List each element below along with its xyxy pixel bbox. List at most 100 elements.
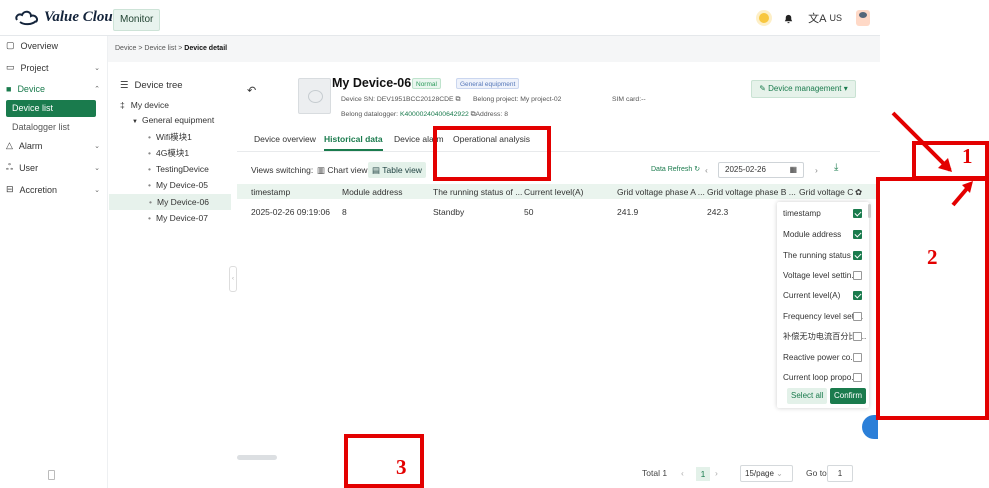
- sidebar-item-label: Overview: [20, 40, 59, 51]
- sidebar-item-accretion[interactable]: ⊟ Accretion ⌄: [6, 184, 102, 195]
- toolbar: Views switching: ▥ Chart view ▤ Table vi…: [237, 162, 880, 180]
- column-option-label: Reactive power co...: [783, 353, 858, 362]
- column-option[interactable]: Frequency level sett...: [783, 306, 865, 327]
- column-option[interactable]: Current loop propo...: [783, 367, 865, 388]
- tree-node[interactable]: 4G模块1: [148, 147, 189, 159]
- avatar[interactable]: [856, 10, 870, 26]
- download-icon[interactable]: ⤓: [834, 162, 838, 173]
- column-option[interactable]: Voltage level settin...: [783, 265, 865, 286]
- table-cell: Standby: [433, 207, 465, 217]
- device-management-button[interactable]: ✎ Device management ▾: [751, 80, 856, 98]
- tree-node[interactable]: Wifi模块1: [148, 131, 192, 143]
- device-icon: ■: [6, 84, 12, 94]
- chart-view-button[interactable]: ▥ Chart view: [317, 165, 368, 176]
- column-option[interactable]: Reactive power co...: [783, 347, 865, 368]
- column-option[interactable]: Current level(A): [783, 285, 865, 306]
- column-option[interactable]: The running status ...: [783, 245, 865, 266]
- user-icon: ஃ: [6, 162, 14, 172]
- tree-group[interactable]: ▼ General equipment: [132, 115, 214, 125]
- breadcrumb-device-list[interactable]: Device list: [144, 45, 176, 52]
- copy-icon[interactable]: ⧉: [455, 96, 460, 103]
- page-current[interactable]: 1: [696, 467, 710, 481]
- next-date-icon[interactable]: ›: [815, 165, 818, 175]
- sidebar-item-label: Alarm: [18, 140, 43, 151]
- project-icon: ▭: [6, 62, 15, 72]
- column-option[interactable]: 补偿无功电流百分比(...: [783, 326, 866, 347]
- tree-node-selected[interactable]: My Device-06: [109, 194, 231, 210]
- checkbox[interactable]: [853, 353, 862, 362]
- annotation-arrows: [891, 111, 973, 207]
- chevron-up-icon: ⌃: [94, 86, 100, 93]
- table-cell: 8: [342, 207, 347, 217]
- prev-page-icon[interactable]: ‹: [681, 468, 684, 478]
- sidebar-sub-device-list[interactable]: Device list: [6, 100, 96, 117]
- select-all-button[interactable]: Select all: [787, 388, 828, 404]
- table-view-button[interactable]: ▤ Table view: [368, 162, 426, 178]
- column-header: Grid voltage phase B ...: [707, 187, 796, 197]
- sidebar-item-alarm[interactable]: △ Alarm ⌄: [6, 140, 102, 151]
- dl-label: Belong datalogger:: [341, 111, 399, 118]
- vertical-scrollbar[interactable]: [868, 204, 871, 218]
- checkbox[interactable]: [853, 251, 862, 260]
- column-settings-panel: timestamp Module address The running sta…: [777, 202, 869, 408]
- tree-node[interactable]: My Device-05: [148, 180, 208, 190]
- type-badge: General equipment: [456, 78, 520, 89]
- tab-historical-data[interactable]: Historical data: [324, 134, 383, 151]
- column-option[interactable]: timestamp: [783, 203, 865, 224]
- back-icon[interactable]: ↶: [247, 84, 256, 97]
- column-header: timestamp: [251, 187, 291, 197]
- checkbox[interactable]: [853, 230, 862, 239]
- column-option[interactable]: Module address: [783, 224, 865, 245]
- device-datalogger: Belong datalogger: K40000240400642922 ⧉A…: [341, 111, 508, 119]
- page-size-select[interactable]: 15/page ⌄: [740, 465, 793, 482]
- prev-date-icon[interactable]: ‹: [705, 165, 708, 175]
- sidebar-item-user[interactable]: ஃ User ⌄: [6, 162, 102, 174]
- chevron-down-icon: ⌄: [94, 142, 100, 150]
- tab-bar: Device overview Historical data Device a…: [237, 128, 880, 152]
- tab-device-overview[interactable]: Device overview: [254, 134, 316, 144]
- translate-icon: 文A: [808, 13, 827, 25]
- goto-input[interactable]: 1: [827, 465, 853, 482]
- project-value: My project-02: [520, 96, 562, 103]
- checkbox[interactable]: [853, 332, 862, 341]
- monitor-tab[interactable]: Monitor: [113, 9, 161, 31]
- theme-sun-icon[interactable]: [759, 13, 770, 23]
- next-page-icon[interactable]: ›: [715, 468, 718, 478]
- sidebar-collapse-icon[interactable]: [48, 470, 55, 480]
- sim-card: SIM card:--: [612, 96, 646, 103]
- sidebar-item-overview[interactable]: ▢ Overview: [6, 40, 102, 51]
- checkbox[interactable]: [853, 291, 862, 300]
- date-picker[interactable]: 2025-02-26 ▦: [718, 162, 804, 178]
- checkbox[interactable]: [853, 209, 862, 218]
- tree-node[interactable]: My Device-07: [148, 213, 208, 223]
- language-switch[interactable]: 文A US: [808, 10, 842, 26]
- horizontal-scrollbar[interactable]: [237, 455, 277, 460]
- dl-value[interactable]: K40000240400642922: [400, 111, 469, 118]
- bell-icon[interactable]: [783, 13, 794, 24]
- checkbox[interactable]: [853, 271, 862, 280]
- cloud-logo-icon: [15, 10, 39, 26]
- alarm-icon: △: [6, 140, 13, 150]
- data-refresh-button[interactable]: Data Refresh ↻: [651, 165, 700, 173]
- device-title: My Device-06: [332, 76, 412, 90]
- checkbox[interactable]: [853, 373, 862, 382]
- chevron-down-icon: ⌄: [94, 165, 100, 172]
- column-header: Grid voltage C: [799, 187, 854, 197]
- confirm-button[interactable]: Confirm: [830, 388, 867, 404]
- breadcrumb-device[interactable]: Device: [115, 45, 136, 52]
- panel-resize-handle[interactable]: ‹: [229, 266, 237, 292]
- logo: Value Clouds: [14, 8, 126, 26]
- tree-root[interactable]: ‡ My device: [120, 100, 169, 110]
- status-badge: Normal: [412, 78, 441, 89]
- refresh-label: Data Refresh: [651, 166, 693, 173]
- sidebar-item-project[interactable]: ▭ Project ⌄: [6, 62, 102, 73]
- column-option-label: Current level(A): [783, 291, 841, 300]
- tree-node[interactable]: TestingDevice: [148, 164, 209, 174]
- sidebar-item-device[interactable]: ■ Device ⌃: [6, 84, 102, 94]
- accretion-icon: ⊟: [6, 184, 14, 194]
- gear-icon[interactable]: ✿: [855, 187, 862, 198]
- checkbox[interactable]: [853, 312, 862, 321]
- sidebar-sub-datalogger-list[interactable]: Datalogger list: [6, 119, 96, 136]
- device-project: Belong project: My project-02: [473, 96, 561, 103]
- sn-value: DEV1951BCC20128CDE: [376, 96, 454, 103]
